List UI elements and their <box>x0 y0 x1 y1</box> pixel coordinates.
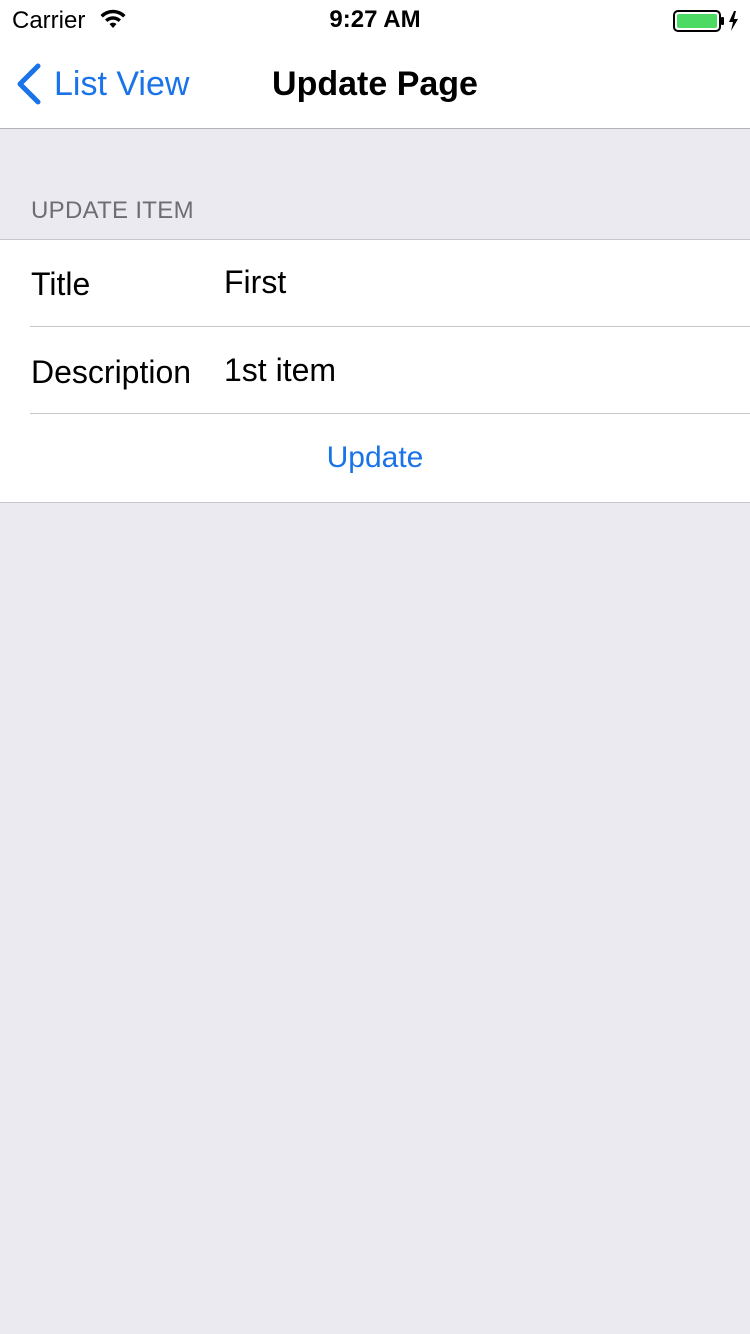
title-row: Title <box>0 240 750 327</box>
status-time: 9:27 AM <box>329 6 421 33</box>
page-title: Update Page <box>272 65 478 103</box>
section-header: UPDATE ITEM <box>31 197 194 224</box>
update-button[interactable]: Update <box>0 414 750 502</box>
battery-icon <box>673 10 743 32</box>
navigation-bar: List View Update Page <box>0 40 750 129</box>
description-field[interactable] <box>224 350 724 390</box>
title-label: Title <box>31 266 91 302</box>
status-bar: Carrier 9:27 AM <box>0 0 750 40</box>
description-label: Description <box>31 354 192 390</box>
form-group: Title Description Update <box>0 239 750 503</box>
title-field[interactable] <box>224 262 724 302</box>
description-row: Description <box>0 327 750 414</box>
